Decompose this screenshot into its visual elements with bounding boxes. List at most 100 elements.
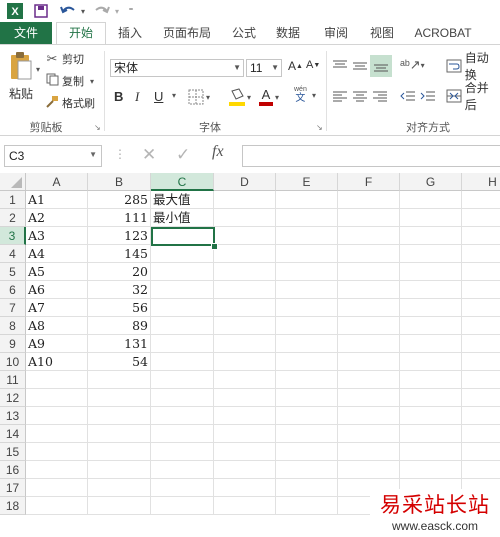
empty-cell[interactable] [338,317,400,335]
empty-cell[interactable] [400,209,462,227]
empty-cell[interactable] [338,209,400,227]
row-header[interactable]: 5 [0,263,26,281]
empty-cell[interactable] [338,335,400,353]
redo-dropdown-icon[interactable]: ▾ [112,3,122,19]
empty-cell[interactable] [151,317,214,335]
align-middle-button[interactable] [352,59,368,73]
column-header-d[interactable]: D [214,173,276,191]
align-center-button[interactable] [352,89,368,103]
empty-cell[interactable] [276,227,338,245]
wrap-text-button[interactable]: 自动换 [446,51,500,82]
row-header[interactable]: 12 [0,389,26,407]
empty-cell[interactable] [214,227,276,245]
empty-cell[interactable] [400,461,462,479]
empty-cell[interactable] [26,371,88,389]
empty-cell[interactable] [26,425,88,443]
align-top-button[interactable] [332,59,348,73]
customize-icon[interactable]: ⁼ [126,3,136,19]
empty-cell[interactable] [151,245,214,263]
align-right-button[interactable] [372,89,388,103]
table-cell[interactable]: 285 [88,191,151,209]
row-header[interactable]: 17 [0,479,26,497]
column-header-f[interactable]: F [338,173,400,191]
table-cell[interactable]: A6 [26,281,88,299]
row-header[interactable]: 11 [0,371,26,389]
empty-cell[interactable] [151,281,214,299]
table-cell[interactable]: A5 [26,263,88,281]
fill-handle[interactable] [211,243,218,250]
empty-cell[interactable] [400,245,462,263]
paste-dropdown-icon[interactable]: ▾ [36,65,44,74]
empty-cell[interactable] [276,461,338,479]
align-bottom-button[interactable] [370,55,392,77]
undo-dropdown-icon[interactable]: ▾ [78,3,88,19]
empty-cell[interactable] [462,191,500,209]
empty-cell[interactable] [276,371,338,389]
empty-cell[interactable] [151,443,214,461]
borders-button[interactable]: ▾ [188,89,210,105]
increase-indent-button[interactable] [420,89,436,103]
empty-cell[interactable] [338,299,400,317]
column-header-h[interactable]: H [462,173,500,191]
underline-dropdown-icon[interactable]: ▾ [172,91,176,100]
row-header[interactable]: 18 [0,497,26,515]
empty-cell[interactable] [400,353,462,371]
tab-review[interactable]: 审阅 [316,22,356,44]
empty-cell[interactable] [276,335,338,353]
row-header[interactable]: 4 [0,245,26,263]
empty-cell[interactable] [88,479,151,497]
empty-cell[interactable] [462,335,500,353]
empty-cell[interactable] [276,353,338,371]
empty-cell[interactable] [400,317,462,335]
empty-cell[interactable] [214,191,276,209]
empty-cell[interactable] [276,299,338,317]
phonetic-button[interactable]: wén 文 [294,85,307,104]
row-header[interactable]: 13 [0,407,26,425]
empty-cell[interactable] [338,263,400,281]
empty-cell[interactable] [338,407,400,425]
empty-cell[interactable] [338,371,400,389]
empty-cell[interactable] [338,425,400,443]
table-cell[interactable]: 最小值 [151,209,214,227]
table-cell[interactable]: 111 [88,209,151,227]
empty-cell[interactable] [400,227,462,245]
empty-cell[interactable] [462,281,500,299]
table-cell[interactable]: A4 [26,245,88,263]
tab-acrobat[interactable]: ACROBAT [410,22,476,44]
undo-icon[interactable] [58,3,78,19]
empty-cell[interactable] [214,353,276,371]
empty-cell[interactable] [462,209,500,227]
empty-cell[interactable] [462,461,500,479]
empty-cell[interactable] [400,443,462,461]
empty-cell[interactable] [151,263,214,281]
empty-cell[interactable] [462,317,500,335]
cut-button[interactable]: ✂ 剪切 [44,51,84,67]
table-cell[interactable]: 145 [88,245,151,263]
table-cell[interactable]: A10 [26,353,88,371]
row-header[interactable]: 6 [0,281,26,299]
empty-cell[interactable] [151,461,214,479]
column-header-g[interactable]: G [400,173,462,191]
empty-cell[interactable] [462,389,500,407]
empty-cell[interactable] [26,479,88,497]
table-cell[interactable]: 20 [88,263,151,281]
table-cell[interactable]: A2 [26,209,88,227]
empty-cell[interactable] [338,389,400,407]
table-cell[interactable]: 123 [88,227,151,245]
empty-cell[interactable] [88,443,151,461]
empty-cell[interactable] [338,353,400,371]
row-header[interactable]: 14 [0,425,26,443]
empty-cell[interactable] [338,227,400,245]
row-header[interactable]: 15 [0,443,26,461]
empty-cell[interactable] [462,353,500,371]
font-launcher-icon[interactable]: ↘ [316,123,323,132]
enter-icon[interactable]: ✓ [176,145,190,165]
shrink-font-icon[interactable]: A ▼ [306,59,320,71]
empty-cell[interactable] [88,497,151,515]
decrease-indent-button[interactable] [400,89,416,103]
tab-home[interactable]: 开始 [56,22,106,44]
empty-cell[interactable] [151,353,214,371]
row-header[interactable]: 3 [0,227,26,245]
empty-cell[interactable] [151,497,214,515]
select-all-corner[interactable] [0,173,26,191]
